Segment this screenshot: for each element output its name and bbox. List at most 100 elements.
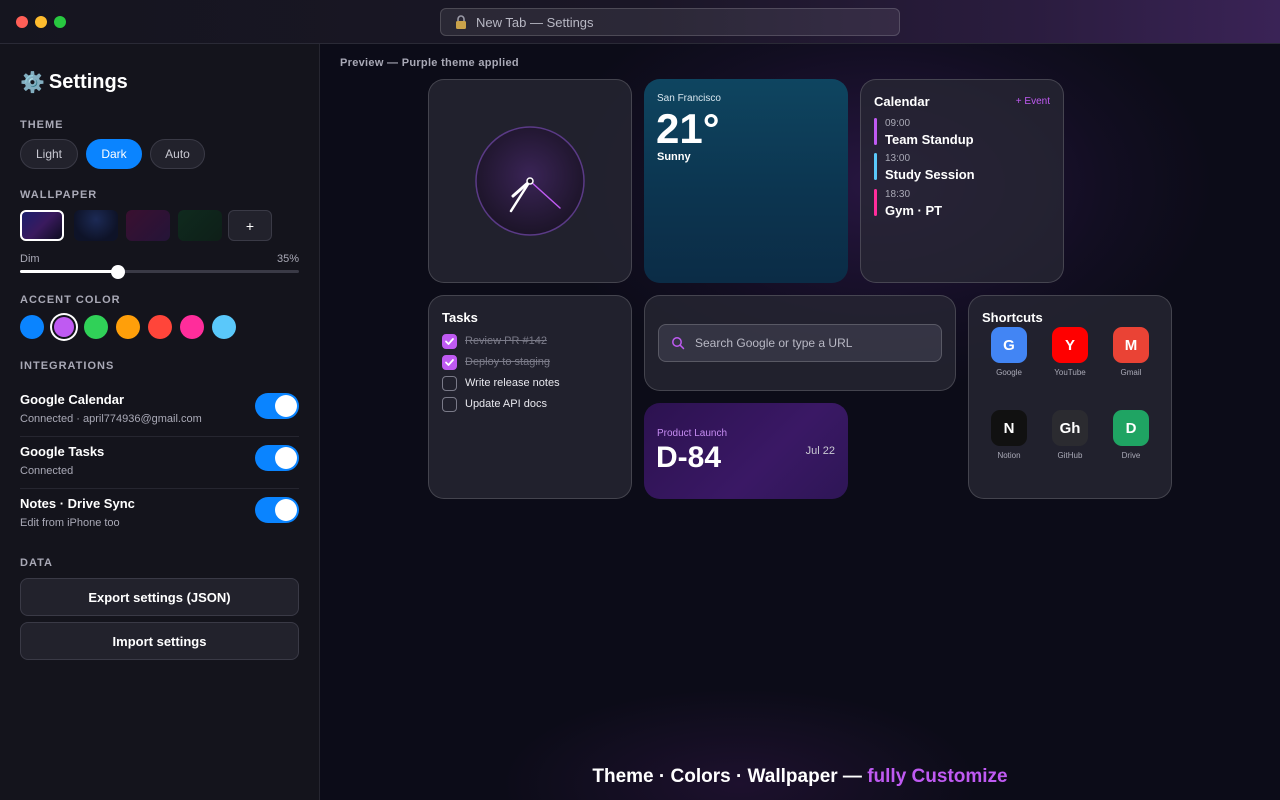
- settings-title: ⚙️ Settings: [20, 70, 128, 95]
- github-icon: Gh: [1052, 410, 1088, 446]
- tasks-widget: Tasks Review PR #142 Deploy to staging W…: [428, 295, 632, 499]
- wallpaper-option-3[interactable]: [126, 210, 170, 241]
- google-calendar-toggle[interactable]: [255, 393, 299, 419]
- gmail-icon: M: [1113, 327, 1149, 363]
- calendar-event[interactable]: 13:00 Study Session: [874, 153, 975, 182]
- task-item[interactable]: Deploy to staging: [442, 354, 550, 370]
- lock-icon: [456, 15, 466, 29]
- integration-name: Notes · Drive Sync: [20, 496, 135, 511]
- search-widget: Search Google or type a URL: [644, 295, 956, 391]
- accent-color-blue[interactable]: [20, 315, 44, 339]
- task-item[interactable]: Write release notes: [442, 375, 560, 391]
- accent-color-pink[interactable]: [180, 315, 204, 339]
- countdown-widget[interactable]: Product Launch D-84 Jul 22: [644, 403, 848, 499]
- title-bar: New Tab — Settings: [0, 0, 1280, 44]
- zoom-window-button[interactable]: [54, 16, 66, 28]
- shortcut-gmail[interactable]: M Gmail: [1106, 327, 1156, 377]
- add-wallpaper-button[interactable]: +: [228, 210, 272, 241]
- settings-sidebar: ⚙️ Settings THEME Light Dark Auto WALLPA…: [0, 44, 320, 800]
- shortcut-notion[interactable]: N Notion: [984, 410, 1034, 460]
- task-checkbox[interactable]: [442, 333, 457, 349]
- event-time: 09:00: [885, 118, 911, 129]
- shortcut-drive[interactable]: D Drive: [1106, 410, 1156, 460]
- data-section-label: DATA: [20, 557, 53, 569]
- shortcut-github[interactable]: Gh GitHub: [1045, 410, 1095, 460]
- shortcut-google[interactable]: G Google: [984, 327, 1034, 377]
- calendar-widget[interactable]: Calendar + Event 09:00 Team Standup 13:0…: [860, 79, 1064, 283]
- theme-light-button[interactable]: Light: [20, 139, 78, 169]
- notion-icon: N: [991, 410, 1027, 446]
- shortcut-label: Drive: [1121, 451, 1141, 460]
- tagline: Theme · Colors · Wallpaper — fully Custo…: [320, 766, 1280, 788]
- task-label: Write release notes: [465, 377, 560, 389]
- youtube-icon: Y: [1052, 327, 1088, 363]
- export-settings-button[interactable]: Export settings (JSON): [20, 578, 299, 616]
- theme-auto-button[interactable]: Auto: [150, 139, 205, 169]
- shortcut-label: Notion: [997, 451, 1021, 460]
- event-title: Study Session: [885, 167, 975, 182]
- wallpaper-option-2[interactable]: [74, 210, 118, 241]
- task-checkbox[interactable]: [442, 396, 457, 412]
- accent-color-green[interactable]: [84, 315, 108, 339]
- shortcut-label: GitHub: [1057, 451, 1083, 460]
- weather-widget[interactable]: San Francisco 21° Sunny: [644, 79, 848, 283]
- google-tasks-toggle[interactable]: [255, 445, 299, 471]
- wallpaper-option-1[interactable]: [20, 210, 64, 241]
- task-label: Review PR #142: [465, 335, 547, 347]
- calendar-event[interactable]: 18:30 Gym · PT: [874, 189, 942, 218]
- preview-label: Preview — Purple theme applied: [340, 57, 519, 69]
- shortcuts-widget: Shortcuts G Google Y YouTube M Gmail N Notion Gh…: [968, 295, 1172, 499]
- event-time: 13:00: [885, 153, 911, 164]
- accent-color-red[interactable]: [148, 315, 172, 339]
- integration-google-calendar: Google Calendar Connected · april774936@…: [20, 392, 299, 444]
- address-bar[interactable]: New Tab — Settings: [440, 8, 900, 36]
- shortcut-label: YouTube: [1054, 368, 1086, 377]
- accent-color-purple[interactable]: [54, 317, 74, 337]
- accent-color-orange[interactable]: [116, 315, 140, 339]
- integration-status: Connected: [20, 465, 74, 477]
- import-settings-button[interactable]: Import settings: [20, 622, 299, 660]
- task-item[interactable]: Update API docs: [442, 396, 547, 412]
- address-bar-text: New Tab — Settings: [476, 14, 594, 30]
- add-event-button[interactable]: + Event: [1016, 96, 1050, 107]
- notes-drive-sync-toggle[interactable]: [255, 497, 299, 523]
- countdown-label: Product Launch: [657, 428, 728, 439]
- google-icon: G: [991, 327, 1027, 363]
- close-window-button[interactable]: [16, 16, 28, 28]
- clock-widget[interactable]: [428, 79, 632, 283]
- analog-clock-icon: [475, 126, 585, 236]
- countdown-value: D-84: [656, 441, 722, 474]
- integration-google-tasks: Google Tasks Connected: [20, 444, 299, 496]
- tagline-main: Theme · Colors · Wallpaper —: [592, 766, 868, 787]
- task-checkbox[interactable]: [442, 375, 457, 391]
- wallpaper-section-label: WALLPAPER: [20, 189, 98, 201]
- shortcut-youtube[interactable]: Y YouTube: [1045, 327, 1095, 377]
- settings-title-text: Settings: [48, 71, 128, 93]
- theme-dark-button[interactable]: Dark: [86, 139, 142, 169]
- event-time: 18:30: [885, 189, 911, 200]
- dim-slider[interactable]: [20, 264, 299, 279]
- checkmark-icon: [445, 358, 454, 366]
- dim-slider-thumb[interactable]: [110, 264, 125, 279]
- task-item[interactable]: Review PR #142: [442, 333, 547, 349]
- task-label: Update API docs: [465, 398, 547, 410]
- shortcuts-title: Shortcuts: [982, 310, 1043, 325]
- weather-city: San Francisco: [657, 93, 721, 104]
- tagline-highlight: fully Customize: [867, 766, 1008, 787]
- preview-area: Preview — Purple theme applied San Franc…: [320, 44, 1280, 800]
- weather-condition: Sunny: [657, 151, 691, 163]
- integration-name: Google Calendar: [20, 392, 125, 407]
- accent-color-cyan[interactable]: [212, 315, 236, 339]
- task-checkbox[interactable]: [442, 354, 457, 370]
- shortcut-label: Gmail: [1120, 368, 1142, 377]
- integration-status: Edit from iPhone too: [20, 517, 120, 529]
- integration-name: Google Tasks: [20, 444, 105, 459]
- calendar-event[interactable]: 09:00 Team Standup: [874, 118, 974, 147]
- accent-section-label: ACCENT COLOR: [20, 294, 121, 306]
- dim-value: 35%: [276, 253, 299, 265]
- minimize-window-button[interactable]: [35, 16, 47, 28]
- search-input[interactable]: Search Google or type a URL: [658, 324, 942, 362]
- integration-notes-drive-sync: Notes · Drive Sync Edit from iPhone too: [20, 496, 299, 548]
- wallpaper-option-4[interactable]: [178, 210, 222, 241]
- theme-section-label: THEME: [20, 119, 64, 131]
